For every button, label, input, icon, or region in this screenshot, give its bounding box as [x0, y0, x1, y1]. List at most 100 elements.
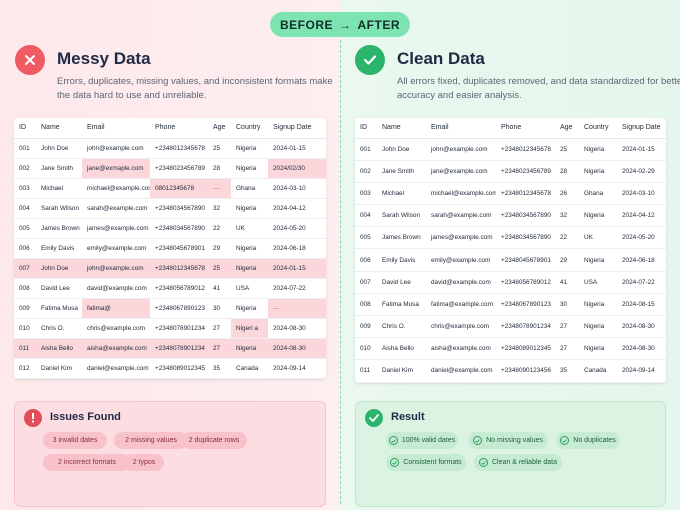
table-row: 001 John Doe john@example.com +234801234567… — [355, 138, 666, 161]
table-cell: jane@exmaple.com — [82, 158, 150, 179]
table-cell: +2348078901234 — [496, 315, 555, 339]
column-header: Age — [208, 118, 231, 139]
result-pill-label: No missing values — [486, 437, 543, 444]
table-cell: jane@example.com — [426, 160, 496, 183]
table-cell: Nigeria — [579, 138, 617, 161]
table-cell: sarah@example.com — [426, 204, 496, 228]
table-cell: 001 — [14, 138, 36, 159]
table-row: 007 David Lee david@example.com +2348056789… — [355, 271, 666, 294]
table-cell: +2348089012345 — [496, 337, 555, 361]
table-cell: Nigeria — [231, 258, 268, 279]
issue-pill: 2 incorrect formats — [43, 454, 131, 471]
table-cell: emily@example.com — [426, 248, 496, 272]
messy-title: Messy Data — [57, 49, 151, 68]
table-cell: +2348089012345 — [150, 358, 208, 379]
table-cell: Nigeria — [579, 315, 617, 339]
table-cell: +2348034567890 — [496, 226, 555, 250]
table-cell: 27 — [555, 315, 579, 339]
table-cell: 29 — [555, 248, 579, 272]
table-cell: +2348078901234 — [150, 338, 208, 359]
table-cell: Canada — [579, 359, 617, 383]
table-cell: Nigeria — [231, 198, 268, 219]
table-cell: John Doe — [36, 258, 82, 279]
messy-table: ID Name Email Phone Age Country Signup Date 00… — [14, 118, 326, 379]
table-cell: 27 — [208, 318, 231, 339]
table-cell: Canada — [231, 358, 268, 379]
messy-table-card: ID Name Email Phone Age Country Signup Date 00… — [14, 118, 326, 379]
table-cell: 004 — [355, 204, 377, 228]
badge-after: AFTER — [357, 17, 400, 32]
table-cell: David Lee — [36, 278, 82, 299]
result-pill-label: 100% valid dates — [401, 437, 456, 444]
table-cell: 005 — [355, 226, 377, 250]
table-cell: 010 — [14, 318, 36, 339]
table-cell: James Brown — [36, 218, 82, 239]
table-row: 009 Fatima Musa fatima@ +2348067890123 30 Nig… — [14, 298, 326, 319]
table-cell: — — [208, 178, 231, 199]
table-cell: 006 — [14, 238, 36, 259]
table-cell: 2024-03-10 — [617, 182, 666, 206]
result-pill: 100% valid dates — [386, 432, 458, 449]
column-header: ID — [355, 118, 377, 139]
arrow-icon: → — [339, 17, 352, 32]
table-cell: +2348045678901 — [496, 248, 555, 272]
result-pill-label: Consistent formats — [403, 459, 462, 466]
table-cell: aisha@example.com — [426, 337, 496, 361]
table-cell: 2024-03-10 — [268, 178, 326, 199]
issue-pill: 2 duplicate rows — [181, 432, 247, 449]
table-row: 008 Fatima Musa fatima@example.com +2348067… — [355, 293, 666, 317]
table-cell: Sarah Wilson — [377, 204, 426, 228]
result-box: Result 100% valid dates No missing value… — [355, 401, 666, 507]
table-cell: +2348012345678 — [496, 182, 555, 206]
table-cell: — — [268, 298, 326, 319]
table-cell: 28 — [555, 160, 579, 183]
clean-table-card: ID Name Email Phone Age Country Signup Date 00… — [355, 118, 666, 383]
table-cell: 002 — [14, 158, 36, 179]
table-row: 010 Chris O. chris@example.com +23480789012… — [14, 318, 326, 339]
table-cell: +2348056789012 — [496, 271, 555, 294]
table-cell: john@example.com — [426, 138, 496, 161]
table-row: 001 John Doe john@example.com +234801234567… — [14, 138, 326, 159]
table-cell: sarah@example.com — [82, 198, 150, 219]
table-row: 007 John Doe john@example.com +234801234567… — [14, 258, 326, 279]
table-cell: Jane Smith — [36, 158, 82, 179]
result-pill-label: Clean & reliable data — [492, 459, 557, 466]
table-cell: 2024-05-20 — [617, 226, 666, 250]
column-header: Name — [377, 118, 426, 139]
table-row: 010 Aisha Bello aisha@example.com +23480890… — [355, 337, 666, 361]
table-cell: Emily Davis — [36, 238, 82, 259]
table-row: 011 Aisha Bello aisha@example.com +23480789… — [14, 338, 326, 359]
table-cell: Jane Smith — [377, 160, 426, 183]
table-cell: 30 — [555, 293, 579, 317]
table-cell: Sarah Wilson — [36, 198, 82, 219]
table-cell: aisha@example.com — [82, 338, 150, 359]
table-cell: 2024-08-30 — [268, 318, 326, 339]
table-cell: 007 — [355, 271, 377, 294]
table-cell: James Brown — [377, 226, 426, 250]
table-cell: 2024-06-18 — [268, 238, 326, 259]
check-icon — [388, 436, 398, 445]
table-cell: +2348023456789 — [496, 160, 555, 183]
clean-table: ID Name Email Phone Age Country Signup Date 00… — [355, 118, 666, 383]
table-cell: +2348034567890 — [496, 204, 555, 228]
table-cell: 2024-07-22 — [268, 278, 326, 299]
table-cell: Nigeria — [231, 238, 268, 259]
column-header: Age — [555, 118, 579, 139]
table-cell: Fatima Musa — [36, 298, 82, 319]
table-cell: 22 — [555, 226, 579, 250]
table-row: 006 Emily Davis emily@example.com +23480456… — [14, 238, 326, 259]
table-cell: 011 — [14, 338, 36, 359]
table-cell: 007 — [14, 258, 36, 279]
table-cell: UK — [579, 226, 617, 250]
table-cell: 006 — [355, 248, 377, 272]
table-row: 004 Sarah Wilson sarah@example.com +2348034… — [355, 204, 666, 228]
table-cell: 2024-05-20 — [268, 218, 326, 239]
center-divider — [340, 40, 341, 504]
table-cell: 27 — [208, 338, 231, 359]
messy-description: Errors, duplicates, missing values, and … — [57, 76, 333, 101]
result-title: Result — [391, 411, 425, 423]
table-cell: 2024-07-22 — [617, 271, 666, 294]
check-icon — [390, 458, 400, 467]
table-cell: 2024-01-15 — [617, 138, 666, 161]
table-cell: Nigeria — [231, 338, 268, 359]
